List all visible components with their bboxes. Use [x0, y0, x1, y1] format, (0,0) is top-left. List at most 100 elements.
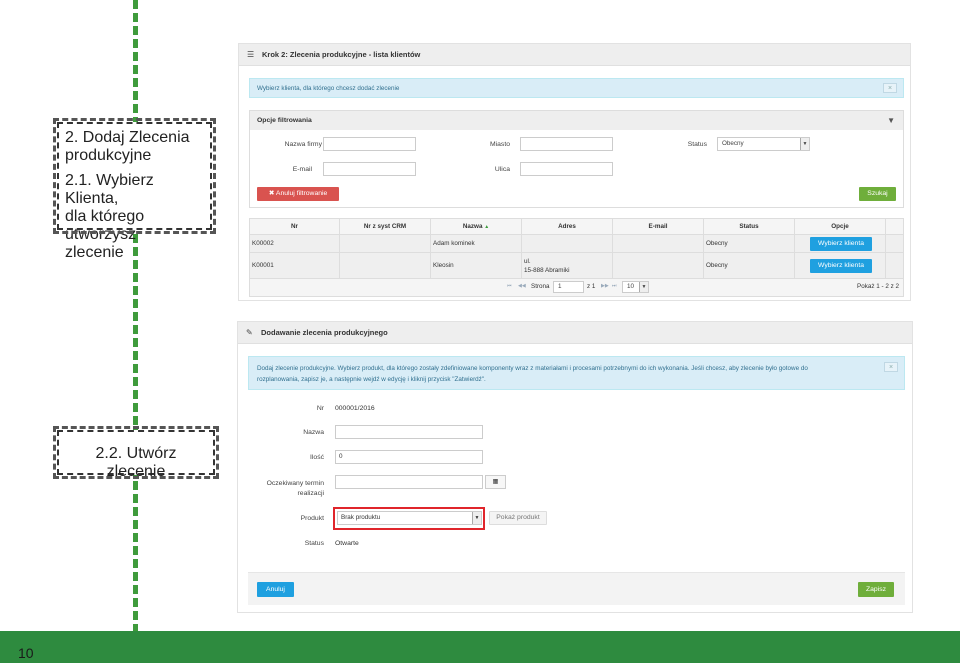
add-order-panel-title: Dodawanie zlecenia produkcyjnego	[261, 328, 388, 337]
column-header-crm[interactable]: Nr z syst CRM	[340, 219, 431, 234]
due-date-input[interactable]	[335, 475, 483, 489]
status-label: Status	[687, 141, 707, 148]
prev-page-icon[interactable]: ◀◀	[518, 283, 526, 289]
next-page-icon[interactable]: ▶▶	[601, 283, 609, 289]
first-page-icon[interactable]: ⏮	[507, 283, 512, 289]
select-client-button[interactable]: Wybierz klienta	[810, 236, 872, 251]
nr-label: Nr	[316, 405, 324, 412]
callout-step-2-1-line3: zlecenie	[65, 244, 124, 261]
callout-step-2-2-label: 2.2. Utwórz zlecenie	[95, 445, 177, 480]
column-header-address[interactable]: Adres	[522, 219, 613, 234]
due-date-label-line1: Oczekiwany termin	[266, 480, 324, 487]
status-value: Otwarte	[335, 540, 359, 547]
column-header-nr[interactable]: Nr	[250, 219, 340, 234]
client-list-info-text: Wybierz klienta, dla którego chcesz doda…	[257, 85, 400, 92]
filter-header[interactable]: Opcje filtrowania ▼	[250, 111, 903, 130]
list-icon: ☰	[247, 50, 255, 59]
save-button[interactable]: Zapisz	[858, 582, 894, 597]
collapse-icon[interactable]: ▼	[887, 116, 895, 125]
calendar-icon[interactable]: ▦	[485, 475, 506, 489]
cell-status: Obecny	[704, 235, 795, 252]
add-order-panel: ✎ Dodawanie zlecenia produkcyjnego Dodaj…	[237, 321, 913, 613]
page-number-input[interactable]: 1	[553, 281, 584, 293]
dropdown-arrow-icon: ▼	[639, 282, 648, 292]
street-input[interactable]	[520, 162, 613, 176]
add-order-info-line1: Dodaj zlecenie produkcyjne. Wybierz prod…	[257, 365, 808, 372]
add-order-panel-header: ✎ Dodawanie zlecenia produkcyjnego	[238, 322, 912, 344]
cell-crm	[340, 253, 431, 278]
table-pager: ⏮ ◀◀ Strona 1 z 1 ▶▶ ⏭ 10 ▼ Pokaż 1 - 2 …	[250, 279, 903, 296]
timeline-dashed-line	[133, 0, 138, 631]
client-table: Nr Nr z syst CRM Nazwa ▲ Adres E-mail St…	[249, 218, 904, 297]
slide: 2. Dodaj Zlecenia produkcyjne 2.1. Wybie…	[0, 0, 960, 663]
quantity-label: Ilość	[310, 454, 324, 461]
callout-step-2-line1: 2. Dodaj Zlecenia	[65, 129, 190, 146]
company-name-input[interactable]	[323, 137, 416, 151]
page-size-select[interactable]: 10 ▼	[622, 281, 649, 293]
city-input[interactable]	[520, 137, 613, 151]
page-label: Strona	[531, 283, 550, 290]
callout-step-2: 2. Dodaj Zlecenia produkcyjne 2.1. Wybie…	[53, 118, 216, 261]
company-name-label: Nazwa firmy	[284, 141, 322, 148]
cell-nr: K00002	[250, 235, 340, 252]
table-row[interactable]: K00002 Adam kominek Obecny Wybierz klien…	[250, 235, 903, 253]
sort-ascending-icon: ▲	[484, 224, 490, 230]
due-date-label-line2: realizacji	[297, 490, 324, 497]
page-size-value: 10	[627, 283, 635, 290]
client-list-panel-header: ☰ Krok 2: Zlecenia produkcyjne - lista k…	[239, 44, 910, 66]
filter-section: Opcje filtrowania ▼ Nazwa firmy E-mail M…	[249, 110, 904, 208]
client-list-panel-title: Krok 2: Zlecenia produkcyjne - lista kli…	[262, 50, 421, 59]
status-select[interactable]: Obecny ▼	[717, 137, 810, 151]
cell-email	[613, 253, 704, 278]
close-icon[interactable]: ×	[883, 83, 897, 93]
status-label: Status	[304, 540, 324, 547]
city-label: Miasto	[489, 141, 510, 148]
column-header-email[interactable]: E-mail	[613, 219, 704, 234]
table-row[interactable]: K00001 Kleosin ul. 15-888 Abramiki Obecn…	[250, 253, 903, 279]
nr-value: 000001/2016	[335, 405, 375, 412]
cell-name: Adam kominek	[431, 235, 522, 252]
add-order-info-alert: Dodaj zlecenie produkcyjne. Wybierz prod…	[248, 356, 905, 390]
last-page-icon[interactable]: ⏭	[612, 283, 617, 289]
due-date-label: Oczekiwany termin realizacji	[244, 479, 324, 499]
page-count-label: z 1	[587, 283, 596, 290]
callout-step-2-2: 2.2. Utwórz zlecenie	[53, 426, 219, 480]
dropdown-arrow-icon: ▼	[472, 512, 481, 524]
cell-options: Wybierz klienta	[795, 235, 886, 252]
product-label: Produkt	[300, 515, 324, 522]
street-label: Ulica	[494, 166, 510, 173]
cell-address: ul. 15-888 Abramiki	[522, 253, 613, 278]
filter-title: Opcje filtrowania	[257, 117, 312, 124]
column-header-status[interactable]: Status	[704, 219, 795, 234]
quantity-input[interactable]: 0	[335, 450, 483, 464]
footer-bar: 10	[0, 631, 960, 663]
cancel-button[interactable]: Anuluj	[257, 582, 294, 597]
order-name-input[interactable]	[335, 425, 483, 439]
records-summary: Pokaż 1 - 2 z 2	[857, 283, 899, 290]
cell-address-line1: ul.	[524, 257, 531, 265]
close-icon[interactable]: ×	[884, 362, 898, 372]
cell-address	[522, 235, 613, 252]
column-header-name-label: Nazwa	[462, 223, 483, 230]
page-number: 10	[18, 645, 34, 661]
column-header-options[interactable]: Opcje	[795, 219, 886, 234]
column-header-name[interactable]: Nazwa ▲	[431, 219, 522, 234]
add-order-info-line2: rozplanowania, zapisz je, a następnie we…	[257, 376, 486, 383]
cell-email	[613, 235, 704, 252]
show-product-button[interactable]: Pokaż produkt	[489, 511, 547, 525]
select-client-button[interactable]: Wybierz klienta	[810, 258, 872, 273]
client-list-panel: ☰ Krok 2: Zlecenia produkcyjne - lista k…	[238, 43, 911, 301]
cell-crm	[340, 235, 431, 252]
product-select-value: Brak produktu	[341, 514, 381, 521]
email-input[interactable]	[323, 162, 416, 176]
edit-icon: ✎	[246, 328, 253, 337]
name-label: Nazwa	[303, 429, 324, 436]
form-footer: Anuluj Zapisz	[248, 572, 905, 605]
product-select[interactable]: Brak produktu ▼	[337, 511, 482, 525]
search-button[interactable]: Szukaj	[859, 187, 896, 201]
table-header-row: Nr Nr z syst CRM Nazwa ▲ Adres E-mail St…	[250, 219, 903, 235]
cancel-filter-button[interactable]: ✖ Anuluj filtrowanie	[257, 187, 339, 201]
cell-nr: K00001	[250, 253, 340, 278]
email-label: E-mail	[292, 166, 312, 173]
callout-step-2-line2: produkcyjne	[65, 147, 152, 164]
